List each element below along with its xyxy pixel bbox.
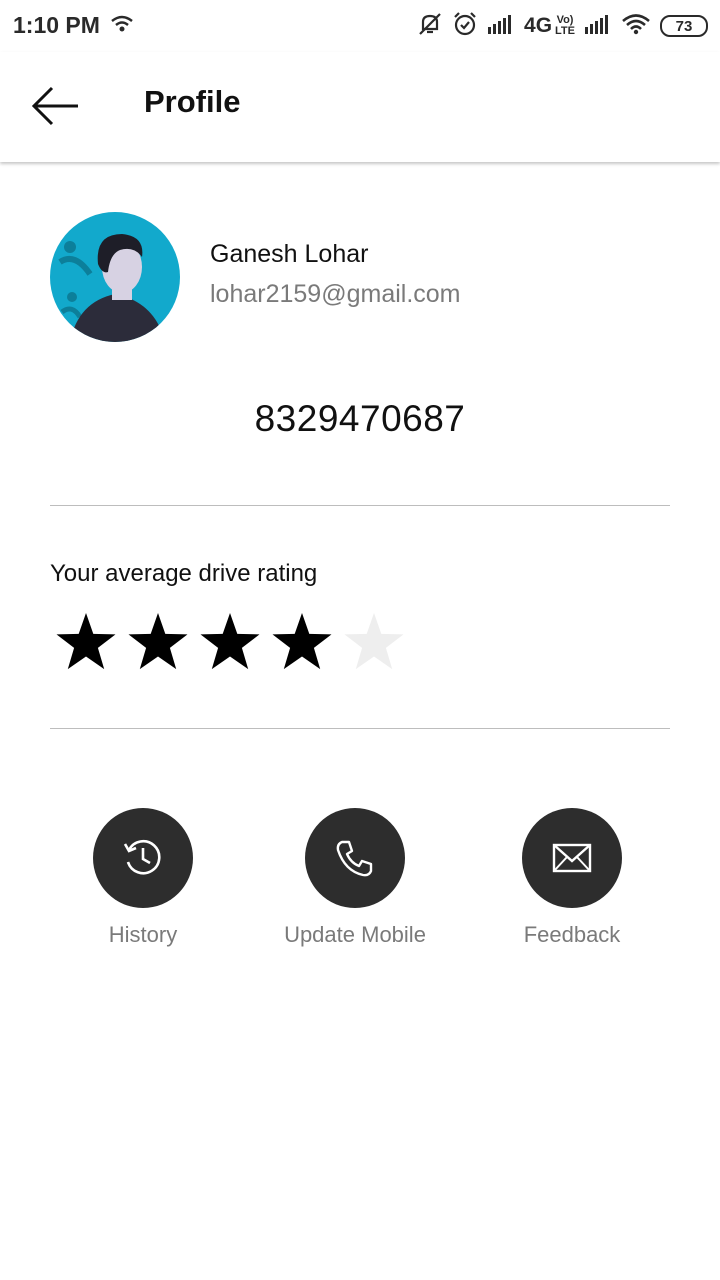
battery-icon: 73 xyxy=(660,15,708,37)
avatar xyxy=(50,212,180,342)
divider xyxy=(50,728,670,729)
feedback-label: Feedback xyxy=(523,922,621,947)
alarm-icon xyxy=(452,11,478,42)
status-time: 1:10 PM xyxy=(13,12,100,38)
mute-icon xyxy=(417,11,443,42)
app-bar: Profile xyxy=(0,52,720,162)
signal-icon-2 xyxy=(584,13,612,40)
star-filled-icon xyxy=(272,613,332,670)
update-mobile-button[interactable]: Update Mobile xyxy=(255,808,455,948)
user-name: Ganesh Lohar xyxy=(210,240,369,268)
back-button[interactable] xyxy=(26,82,86,130)
history-icon xyxy=(123,839,161,875)
update-mobile-circle xyxy=(305,808,405,908)
history-button[interactable]: History xyxy=(43,808,243,948)
status-bar: 1:10 PM 4G Vo) LTE 73 xyxy=(0,0,720,52)
page-title: Profile xyxy=(144,84,241,119)
update-mobile-label: Update Mobile xyxy=(284,922,426,947)
phone-number: 8329470687 xyxy=(254,398,466,439)
signal-icon xyxy=(487,13,515,40)
phone-icon xyxy=(336,840,373,877)
rating-label: Your average drive rating xyxy=(50,560,318,587)
arrow-left-icon xyxy=(31,86,78,126)
wifi-icon xyxy=(621,12,651,41)
star-filled-icon xyxy=(128,613,188,670)
divider xyxy=(50,505,670,506)
wifi-icon xyxy=(110,14,134,39)
rating-stars xyxy=(50,606,410,678)
status-icons: 4G Vo) LTE 73 xyxy=(417,10,708,42)
star-filled-icon xyxy=(56,613,116,670)
feedback-button[interactable]: Feedback xyxy=(472,808,672,948)
history-circle xyxy=(93,808,193,908)
feedback-circle xyxy=(522,808,622,908)
star-filled-icon xyxy=(200,613,260,670)
envelope-icon xyxy=(552,843,592,873)
star-empty-icon xyxy=(344,613,404,670)
user-email: lohar2159@gmail.com xyxy=(210,280,461,308)
history-label: History xyxy=(108,922,178,947)
network-type: 4G xyxy=(524,14,553,37)
volte-indicator: Vo) LTE xyxy=(555,14,575,37)
